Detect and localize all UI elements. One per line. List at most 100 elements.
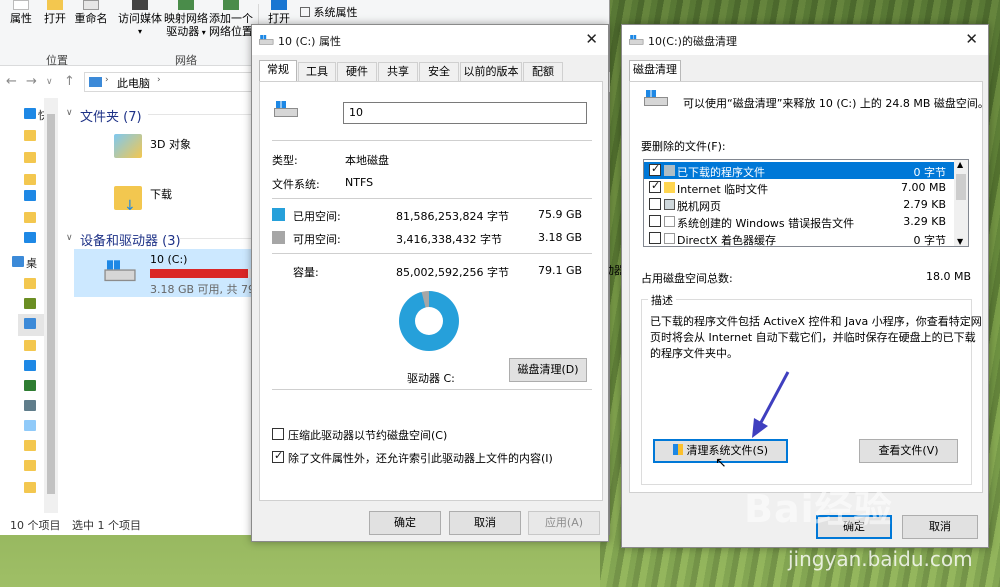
access-media-button[interactable]: 访问媒体 ▾ xyxy=(118,0,162,38)
total-space-label: 占用磁盘空间总数: xyxy=(641,272,733,285)
folder-icon xyxy=(24,130,36,141)
ribbon-group-location: 位置 xyxy=(46,54,68,67)
up-arrow-icon[interactable]: ↑ xyxy=(64,74,75,89)
cleanup-intro: 可以使用“磁盘清理”来释放 10 (C:) 上的 24.8 MB 磁盘空间。 xyxy=(683,97,989,110)
rename-icon xyxy=(83,0,99,10)
breadcrumb: 此电脑 xyxy=(117,77,150,90)
file-icon xyxy=(664,216,675,227)
folder-label[interactable]: 3D 对象 xyxy=(150,136,191,152)
capacity-label: 容量: xyxy=(293,266,319,279)
media-icon xyxy=(132,0,148,10)
capacity-gb: 79.1 GB xyxy=(538,264,583,277)
cleanup-panel: 可以使用“磁盘清理”来释放 10 (C:) 上的 24.8 MB 磁盘空间。 要… xyxy=(629,81,989,493)
section-divider xyxy=(180,238,258,239)
tab-security[interactable]: 安全 xyxy=(419,62,459,82)
drive-usage-bar xyxy=(150,269,252,278)
drive-name: 10 (C:) xyxy=(150,253,188,266)
filesystem-value: NTFS xyxy=(345,176,374,189)
map-network-drive-button[interactable]: 映射网络 驱动器 ▾ xyxy=(164,0,208,39)
cancel-button[interactable]: 取消 xyxy=(902,515,978,539)
index-label[interactable]: 除了文件属性外，还允许索引此驱动器上文件的内容(I) xyxy=(288,450,553,466)
tab-disk-cleanup[interactable]: 磁盘清理 xyxy=(629,60,681,82)
lock-icon xyxy=(664,182,675,193)
description-legend: 描述 xyxy=(648,292,676,308)
used-space-bytes: 81,586,253,824 字节 xyxy=(396,210,509,223)
disk-cleanup-dialog: 10(C:)的磁盘清理 ✕ 磁盘清理 可以使用“磁盘清理”来释放 10 (C:)… xyxy=(621,24,989,548)
picture-icon xyxy=(24,400,36,411)
back-arrow-icon[interactable]: ← xyxy=(6,74,17,89)
open-button[interactable]: 打开 xyxy=(40,0,70,25)
disk-usage-pie xyxy=(399,291,459,351)
tab-general[interactable]: 常规 xyxy=(259,60,297,82)
tab-tools[interactable]: 工具 xyxy=(298,62,336,82)
folder-icon xyxy=(24,340,36,351)
tab-sharing[interactable]: 共享 xyxy=(378,62,418,82)
used-space-swatch xyxy=(272,208,285,221)
cleanup-icon xyxy=(629,35,644,45)
forward-arrow-icon[interactable]: → xyxy=(26,74,37,89)
scroll-down-icon[interactable]: ▼ xyxy=(957,237,963,246)
drive-c-tile[interactable]: 10 (C:) 3.18 GB 可用, 共 79.1 xyxy=(74,249,266,297)
scroll-up-icon[interactable]: ▲ xyxy=(957,160,963,169)
collapse-chevron-icon[interactable]: ∨ xyxy=(66,233,73,243)
properties-button[interactable]: 属性 xyxy=(6,0,36,25)
recent-chevron-icon[interactable]: ∨ xyxy=(46,77,53,87)
item-checkbox[interactable] xyxy=(649,215,661,227)
folders-section-header[interactable]: 文件夹 (7) xyxy=(80,106,142,125)
scrollbar-thumb[interactable] xyxy=(47,114,55,494)
list-item[interactable]: 已下载的程序文件 0 字节 xyxy=(644,162,954,179)
nav-item[interactable]: 桌 xyxy=(6,252,46,274)
list-item[interactable]: 系统创建的 Windows 错误报告文件 3.29 KB xyxy=(644,213,954,230)
3d-objects-folder-icon[interactable] xyxy=(114,134,142,158)
system-properties-button[interactable]: 系统属性 xyxy=(300,6,360,19)
scrollbar-thumb[interactable] xyxy=(956,174,966,200)
computer-icon xyxy=(24,318,36,329)
add-network-location-button[interactable]: 添加一个 网络位置 xyxy=(208,0,254,38)
collapse-chevron-icon[interactable]: ∨ xyxy=(66,108,73,118)
breadcrumb-chevron-icon: › xyxy=(157,75,161,85)
index-checkbox[interactable] xyxy=(272,449,284,463)
list-scrollbar[interactable]: ▲ ▼ xyxy=(954,160,968,246)
disk-cleanup-button[interactable]: 磁盘清理(D) xyxy=(509,358,587,382)
volume-label-input[interactable]: 10 xyxy=(343,102,587,124)
tab-previous-versions[interactable]: 以前的版本 xyxy=(460,62,522,82)
close-icon[interactable]: ✕ xyxy=(585,30,598,48)
nav-scrollbar[interactable] xyxy=(44,98,58,513)
computer-icon xyxy=(89,77,102,87)
folder-icon xyxy=(664,165,675,176)
list-item[interactable]: Internet 临时文件 7.00 MB xyxy=(644,179,954,196)
properties-titlebar: 10 (C:) 属性 ✕ xyxy=(252,25,608,55)
file-icon xyxy=(664,233,675,244)
tab-quota[interactable]: 配额 xyxy=(523,62,563,82)
folder-label[interactable]: 下载 xyxy=(150,186,172,202)
description-line: 的程序文件夹中。 xyxy=(650,347,738,360)
cleanup-tabs: 磁盘清理 xyxy=(629,60,983,82)
files-to-delete-list[interactable]: 已下载的程序文件 0 字节 Internet 临时文件 7.00 MB 脱机网页… xyxy=(643,159,969,247)
tab-hardware[interactable]: 硬件 xyxy=(337,62,377,82)
list-item[interactable]: DirectX 着色器缓存 0 字节 xyxy=(644,230,954,246)
open-settings-button[interactable]: 打开 xyxy=(264,0,294,25)
rename-button[interactable]: 重命名 xyxy=(72,0,110,25)
description-line: 页时将会从 Internet 自动下载它们，并临时保存在硬盘上的已下载 xyxy=(650,331,976,344)
compress-label[interactable]: 压缩此驱动器以节约磁盘空间(C) xyxy=(288,427,447,443)
item-checkbox[interactable] xyxy=(649,162,661,176)
drive-icon xyxy=(104,260,136,283)
item-checkbox[interactable] xyxy=(649,232,661,244)
devices-section-header[interactable]: 设备和驱动器 (3) xyxy=(80,230,181,249)
drive-properties-dialog: 10 (C:) 属性 ✕ 常规 工具 硬件 共享 安全 以前的版本 配额 10 … xyxy=(251,24,609,542)
view-files-button[interactable]: 查看文件(V) xyxy=(859,439,958,463)
cancel-button[interactable]: 取消 xyxy=(449,511,521,535)
apply-button[interactable]: 应用(A) xyxy=(528,511,600,535)
free-space-bytes: 3,416,338,432 字节 xyxy=(396,233,502,246)
item-checkbox[interactable] xyxy=(649,179,661,193)
list-item[interactable]: 脱机网页 2.79 KB xyxy=(644,196,954,213)
watermark-logo: Bai经验 xyxy=(744,487,893,531)
folder-icon xyxy=(24,460,36,471)
compress-checkbox[interactable] xyxy=(272,428,284,440)
properties-tabs: 常规 工具 硬件 共享 安全 以前的版本 配额 xyxy=(259,60,603,82)
close-icon[interactable]: ✕ xyxy=(965,30,978,48)
divider xyxy=(272,198,592,199)
total-space-value: 18.0 MB xyxy=(926,270,972,283)
ok-button[interactable]: 确定 xyxy=(369,511,441,535)
item-checkbox[interactable] xyxy=(649,198,661,210)
